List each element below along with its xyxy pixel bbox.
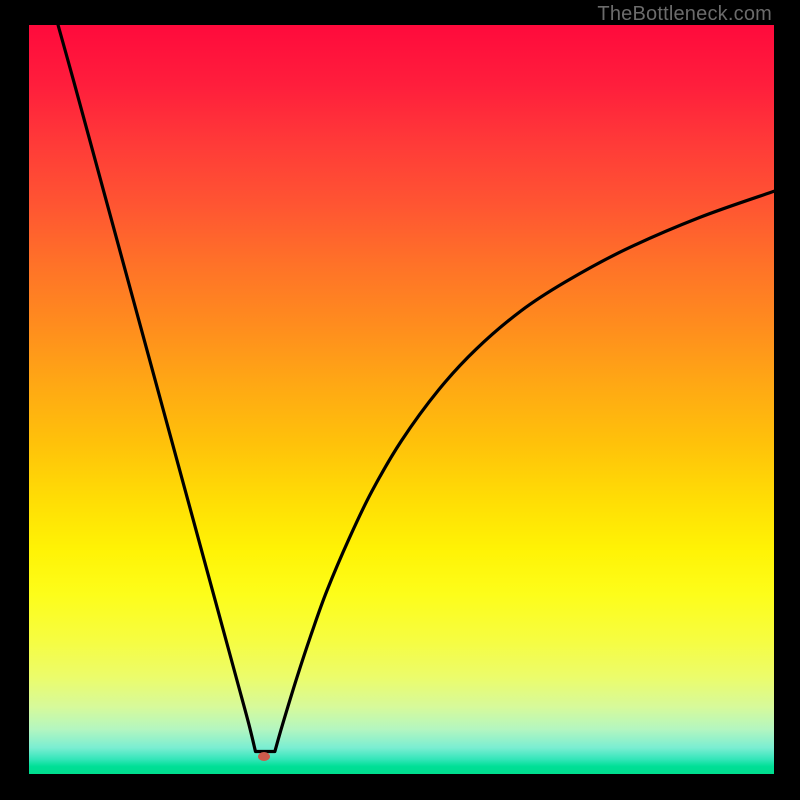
bottleneck-curve (29, 25, 774, 774)
chart-frame: TheBottleneck.com (0, 0, 800, 800)
optimal-point-marker (258, 752, 270, 761)
watermark-text: TheBottleneck.com (597, 3, 772, 26)
curve-path (58, 25, 774, 752)
